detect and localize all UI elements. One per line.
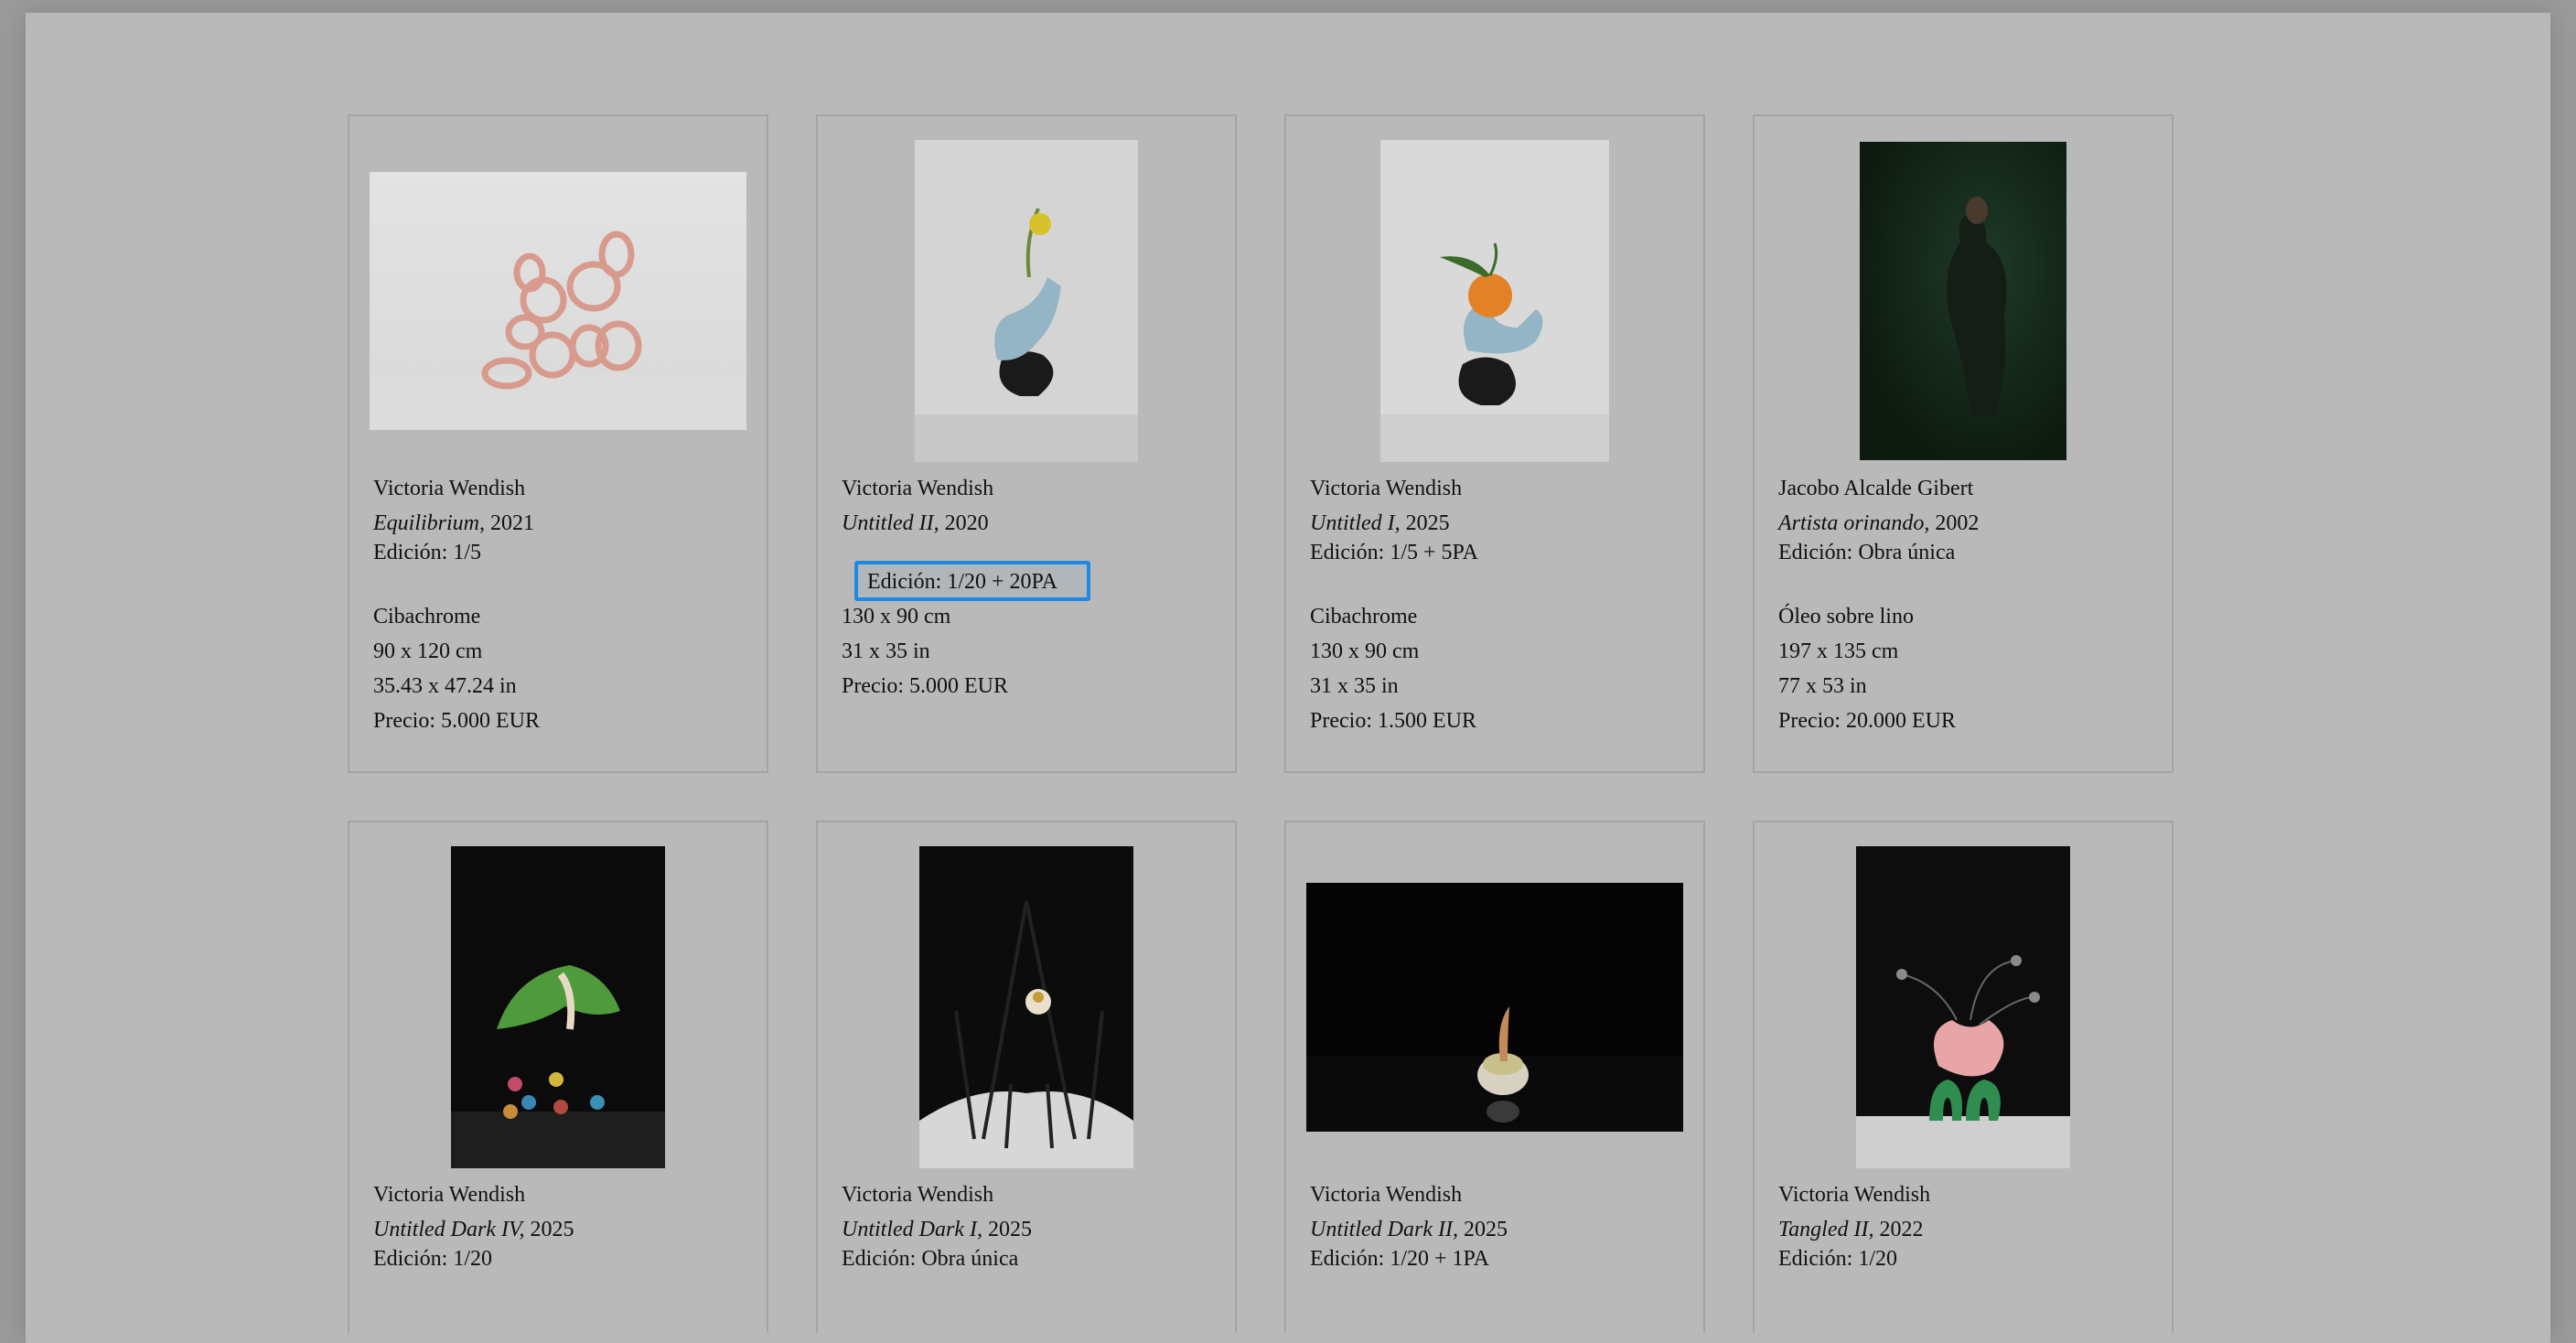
artist-name: Victoria Wendish	[1310, 1183, 1463, 1207]
artwork-image[interactable]	[1860, 142, 2066, 460]
artwork-card[interactable]: Victoria Wendish Untitled Dark IV, 2025 …	[348, 821, 768, 1333]
artist-name: Victoria Wendish	[1778, 1183, 1931, 1207]
price-text: Precio: 5.000 EUR	[373, 709, 540, 733]
artist-name: Victoria Wendish	[1310, 477, 1463, 500]
dimensions-cm: 90 x 120 cm	[373, 639, 483, 663]
artwork-image[interactable]	[1380, 140, 1609, 462]
artwork-image[interactable]	[370, 172, 746, 430]
artwork-card[interactable]: Victoria Wendish Untitled Dark II, 2025 …	[1284, 821, 1705, 1333]
price-text: Precio: 5.000 EUR	[842, 674, 1008, 698]
artwork-card[interactable]: Victoria Wendish Equilibrium, 2021 Edici…	[348, 114, 768, 773]
edition-text: Edición: 1/5	[373, 541, 481, 564]
price-text: Precio: 20.000 EUR	[1778, 709, 1956, 733]
artwork-image[interactable]	[451, 846, 665, 1168]
artwork-card[interactable]: Victoria Wendish Untitled Dark I, 2025 E…	[816, 821, 1237, 1333]
medium-text: Óleo sobre lino	[1778, 605, 1914, 629]
highlighted-edition-text: Edición: 1/20 + 20PA	[867, 570, 1057, 594]
edition-text: Edición: 1/20	[1778, 1247, 1897, 1271]
artwork-image[interactable]	[1856, 846, 2070, 1168]
artwork-card[interactable]: Victoria Wendish Untitled II, 2020 130 x…	[816, 114, 1237, 773]
artwork-image[interactable]	[919, 846, 1133, 1168]
artwork-card[interactable]: Jacobo Alcalde Gibert Artista orinando, …	[1753, 114, 2174, 773]
artist-name: Jacobo Alcalde Gibert	[1778, 477, 1974, 500]
dimensions-cm: 130 x 90 cm	[842, 605, 951, 629]
medium-text: Cibachrome	[373, 605, 481, 629]
dimensions-in: 35.43 x 47.24 in	[373, 674, 517, 698]
artist-name: Victoria Wendish	[842, 477, 994, 500]
dimensions-in: 31 x 35 in	[842, 639, 930, 663]
artwork-card[interactable]: Victoria Wendish Untitled I, 2025 Edició…	[1284, 114, 1705, 773]
dimensions-in: 77 x 53 in	[1778, 674, 1867, 698]
artist-name: Victoria Wendish	[373, 477, 526, 500]
dimensions-cm: 130 x 90 cm	[1310, 639, 1420, 663]
artwork-image[interactable]	[915, 140, 1138, 462]
artist-name: Victoria Wendish	[842, 1183, 994, 1207]
artist-name: Victoria Wendish	[373, 1183, 526, 1207]
artwork-image[interactable]	[1306, 883, 1683, 1132]
price-text: Precio: 1.500 EUR	[1310, 709, 1476, 733]
artwork-grid: Victoria Wendish Equilibrium, 2021 Edici…	[348, 114, 2174, 1333]
dimensions-in: 31 x 35 in	[1310, 674, 1399, 698]
dimensions-cm: 197 x 135 cm	[1778, 639, 1899, 663]
edition-text: Edición: 1/5 + 5PA	[1310, 541, 1478, 564]
medium-text: Cibachrome	[1310, 605, 1418, 629]
artwork-card[interactable]: Victoria Wendish Tangled II, 2022 Edició…	[1753, 821, 2174, 1333]
